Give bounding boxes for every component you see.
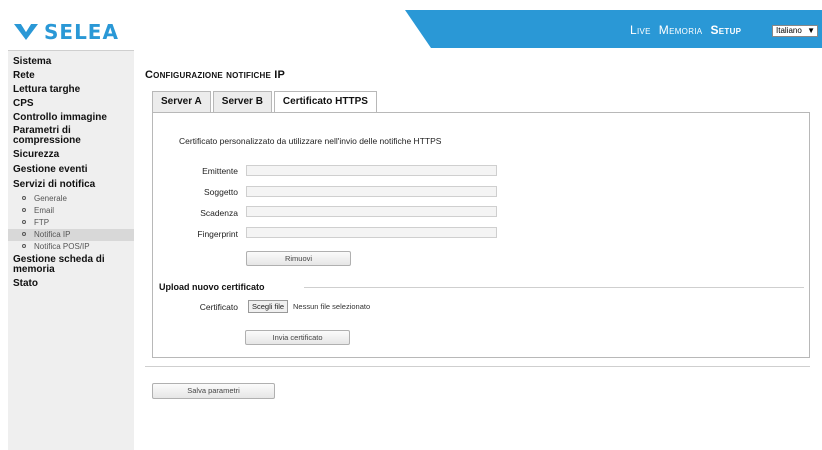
chevron-logo-icon — [14, 24, 38, 40]
language-selected: Italiano — [776, 26, 802, 35]
sidebar: Sistema Rete Lettura targhe CPS Controll… — [8, 50, 134, 450]
sidebar-subitem-label: Notifica POS/IP — [34, 242, 90, 251]
header-band — [405, 10, 822, 48]
topnav-live[interactable]: Live — [630, 23, 651, 37]
tab-server-b[interactable]: Server B — [212, 91, 272, 112]
page-title: Configurazione notifiche IP — [145, 69, 286, 81]
sidebar-item-cps[interactable]: CPS — [8, 98, 134, 110]
scadenza-field — [246, 206, 497, 217]
section-divider — [304, 287, 804, 288]
sidebar-subitem-notifica-ip[interactable]: Notifica IP — [8, 229, 134, 241]
sidebar-item-gestione-eventi[interactable]: Gestione eventi — [8, 164, 134, 176]
sidebar-item-sistema[interactable]: Sistema — [8, 56, 134, 68]
sidebar-item-parametri-compressione[interactable]: Parametri di compressione — [8, 126, 118, 146]
field-label-fingerprint: Fingerprint — [197, 229, 238, 239]
field-label-scadenza: Scadenza — [200, 208, 238, 218]
sidebar-subitem-label: Notifica IP — [34, 230, 71, 239]
upload-section-title: Upload nuovo certificato — [159, 282, 265, 292]
sidebar-subitem-label: Generale — [34, 194, 67, 203]
remove-certificate-button[interactable]: Rimuovi — [246, 251, 351, 266]
sidebar-item-controllo-immagine[interactable]: Controllo immagine — [8, 112, 134, 124]
chevron-down-icon: ▼ — [807, 26, 815, 35]
sidebar-item-gestione-scheda-memoria[interactable]: Gestione scheda di memoria — [8, 255, 118, 275]
sidebar-subitem-generale[interactable]: Generale — [8, 193, 134, 205]
field-label-emittente: Emittente — [202, 166, 238, 176]
soggetto-field — [246, 186, 497, 197]
topnav-memoria[interactable]: Memoria — [659, 23, 703, 37]
bullet-icon — [22, 207, 26, 212]
brand-logo[interactable]: SELEA — [14, 20, 119, 44]
language-select[interactable]: Italiano ▼ — [772, 25, 818, 37]
certificate-intro: Certificato personalizzato da utilizzare… — [179, 136, 442, 146]
sidebar-subitem-ftp[interactable]: FTP — [8, 217, 134, 229]
sidebar-item-stato[interactable]: Stato — [8, 278, 134, 290]
bullet-icon — [22, 243, 26, 248]
sidebar-item-lettura-targhe[interactable]: Lettura targhe — [8, 84, 134, 96]
sidebar-subitem-label: FTP — [34, 218, 50, 227]
top-navigation: Live Memoria Setup — [630, 23, 741, 37]
sidebar-subitem-notifica-pos-ip[interactable]: Notifica POS/IP — [8, 241, 134, 253]
emittente-field — [246, 165, 497, 176]
sidebar-item-sicurezza[interactable]: Sicurezza — [8, 149, 134, 161]
tab-bar: Server A Server B Certificato HTTPS — [152, 91, 379, 113]
fingerprint-field — [246, 227, 497, 238]
topnav-setup[interactable]: Setup — [710, 23, 741, 37]
sidebar-subitem-email[interactable]: Email — [8, 205, 134, 217]
save-parameters-button[interactable]: Salva parametri — [152, 383, 275, 399]
tab-server-a[interactable]: Server A — [152, 91, 211, 112]
sidebar-subitem-label: Email — [34, 206, 55, 215]
sidebar-item-rete[interactable]: Rete — [8, 70, 134, 82]
header: SELEA Live Memoria Setup Italiano ▼ — [0, 0, 822, 48]
choose-file-button[interactable]: Scegli file — [248, 300, 289, 313]
bullet-icon — [22, 195, 26, 200]
send-certificate-button[interactable]: Invia certificato — [245, 330, 350, 345]
file-status-text: Nessun file selezionato — [293, 302, 371, 311]
certificate-panel: Certificato personalizzato da utilizzare… — [152, 112, 810, 358]
brand-name: SELEA — [44, 20, 119, 44]
bullet-icon — [22, 219, 26, 224]
bullet-icon — [22, 231, 26, 236]
certificate-file-label: Certificato — [199, 302, 238, 312]
field-label-soggetto: Soggetto — [203, 187, 238, 197]
tab-certificato-https[interactable]: Certificato HTTPS — [273, 91, 377, 113]
sidebar-item-servizi-notifica[interactable]: Servizi di notifica — [8, 179, 134, 191]
footer-divider — [145, 366, 810, 367]
